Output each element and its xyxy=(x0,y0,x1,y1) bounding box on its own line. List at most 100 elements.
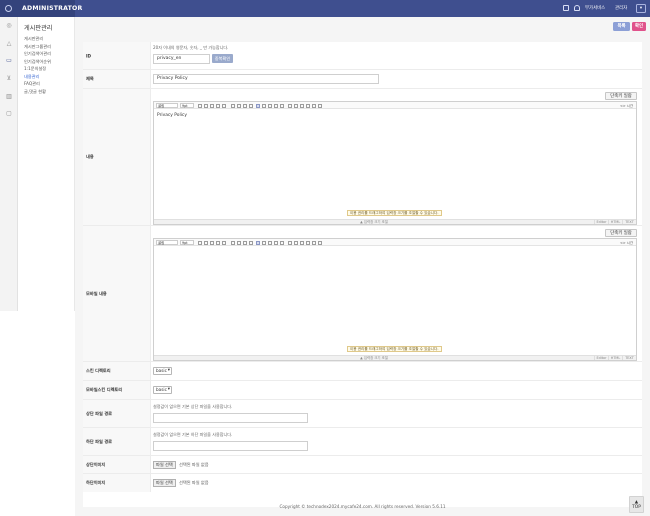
submenu-item-board-group[interactable]: 게시판그룹관리 xyxy=(18,43,74,51)
board-icon[interactable]: ▭ xyxy=(5,57,13,65)
list-icon[interactable] xyxy=(288,240,292,245)
italic-icon[interactable] xyxy=(204,103,208,108)
footer-file-hint: 설정값이 없으면 기본 하단 파일을 사용합니다. xyxy=(153,432,233,437)
source-toggle[interactable]: <> 시간 xyxy=(620,103,633,108)
find-icon[interactable] xyxy=(318,240,322,245)
font-size-select[interactable]: 9pt xyxy=(180,103,194,108)
align-right-icon[interactable] xyxy=(268,103,272,108)
header-file-input[interactable] xyxy=(153,413,308,423)
strike-icon[interactable] xyxy=(216,240,220,245)
submenu-item-board[interactable]: 게시판관리 xyxy=(18,35,74,43)
underline-icon[interactable] xyxy=(210,240,214,245)
submenu-item-keyword-rank[interactable]: 인기검색어순위 xyxy=(18,58,74,66)
align-justify-icon[interactable] xyxy=(274,103,278,108)
duplicate-check-button[interactable]: 중복확인 xyxy=(212,54,233,63)
special-char-icon[interactable] xyxy=(306,240,310,245)
header-image-file-button[interactable]: 파일 선택 xyxy=(153,461,176,469)
paint-icon[interactable] xyxy=(249,240,253,245)
find-icon[interactable] xyxy=(318,103,322,108)
home-icon[interactable] xyxy=(574,5,580,11)
paint-icon[interactable] xyxy=(249,103,253,108)
admin-name[interactable]: 관리자 xyxy=(615,4,627,13)
text-color-icon[interactable] xyxy=(231,103,235,108)
submenu-item-content[interactable]: 내용관리 xyxy=(18,73,74,81)
editor-tab-html[interactable]: HTML xyxy=(608,219,622,224)
content-editor[interactable]: 굴림 9pt <> 시간 Privacy Policy 이용 권리를 드래그하여… xyxy=(153,101,637,225)
mobile-content-label: 모바일 내용 xyxy=(86,290,107,296)
line-height-icon[interactable] xyxy=(280,240,284,245)
mobile-font-size-select[interactable]: 9pt xyxy=(180,240,194,245)
superscript-icon[interactable] xyxy=(237,103,241,108)
submenu-item-popular-keywords[interactable]: 인기검색어관리 xyxy=(18,50,74,58)
line-height-icon[interactable] xyxy=(280,103,284,108)
strike-icon[interactable] xyxy=(216,103,220,108)
mobile-editor-tab-editor[interactable]: Editor xyxy=(594,355,608,360)
row-footer-image: 하단이미지 파일 선택 선택된 파일 없음 xyxy=(83,474,642,492)
mobile-editor-tab-text[interactable]: TEXT xyxy=(622,355,636,360)
skin-dir-select[interactable]: basic xyxy=(153,367,172,375)
mobile-shortcut-list-button[interactable]: 단축키 일람 xyxy=(605,229,637,237)
indent-icon[interactable] xyxy=(294,240,298,245)
editor-body[interactable]: Privacy Policy xyxy=(157,113,187,118)
editor-tab-text[interactable]: TEXT xyxy=(622,219,636,224)
hr-icon[interactable] xyxy=(300,103,304,108)
mobile-editor-resize-handle[interactable]: ▲ 입력창 크기 조절 xyxy=(154,355,594,360)
row-footer-file: 하단 파일 경로 설정값이 없으면 기본 하단 파일을 사용합니다. xyxy=(83,428,642,456)
brand[interactable]: ADMINISTRATOR xyxy=(0,0,82,17)
list-icon[interactable] xyxy=(288,103,292,108)
chat-icon[interactable]: ▢ xyxy=(5,110,13,118)
font-family-select[interactable]: 굴림 xyxy=(156,103,178,108)
cart-icon[interactable]: ⊻ xyxy=(5,75,13,83)
id-label: ID xyxy=(86,53,92,58)
italic-icon[interactable] xyxy=(204,240,208,245)
main-area: 목록 확인 ID 20자 이내의 영문자, 숫자, _ 만 가능합니다. pri… xyxy=(75,17,650,516)
superscript-icon[interactable] xyxy=(237,240,241,245)
align-right-icon[interactable] xyxy=(268,240,272,245)
scroll-top-button[interactable]: ▲ TOP xyxy=(629,496,644,513)
hr-icon[interactable] xyxy=(300,240,304,245)
bell-icon[interactable]: △ xyxy=(5,40,13,48)
admin-dropdown[interactable]: ▾ xyxy=(636,4,646,13)
submenu-item-posts-status[interactable]: 글,댓글 현황 xyxy=(18,88,74,96)
mobile-editor-tab-html[interactable]: HTML xyxy=(608,355,622,360)
title-input[interactable]: Privacy Policy xyxy=(153,74,379,84)
bold-icon[interactable] xyxy=(198,240,202,245)
subscript-icon[interactable] xyxy=(243,240,247,245)
editor-tab-editor[interactable]: Editor xyxy=(594,219,608,224)
chart-icon[interactable]: ▥ xyxy=(5,93,13,101)
footer-file-input[interactable] xyxy=(153,441,308,451)
underline-color-icon[interactable] xyxy=(222,240,226,245)
editor-resize-handle[interactable]: ▲ 입력창 크기 조절 xyxy=(154,219,594,224)
shortcut-list-button[interactable]: 단축키 일람 xyxy=(605,92,637,100)
text-color-icon[interactable] xyxy=(231,240,235,245)
subscript-icon[interactable] xyxy=(243,103,247,108)
header-image-label: 상단이미지 xyxy=(86,461,106,467)
underline-color-icon[interactable] xyxy=(222,103,226,108)
title-label: 제목 xyxy=(86,76,94,81)
underline-icon[interactable] xyxy=(210,103,214,108)
service-link[interactable]: 부가서비스 xyxy=(585,4,605,13)
special-char-icon[interactable] xyxy=(306,103,310,108)
align-justify-icon[interactable] xyxy=(274,240,278,245)
table-icon[interactable] xyxy=(312,103,316,108)
list-button[interactable]: 목록 xyxy=(613,22,630,31)
mobile-skin-dir-select[interactable]: basic xyxy=(153,386,172,394)
id-input[interactable]: privacy_en xyxy=(153,54,210,64)
indent-icon[interactable] xyxy=(294,103,298,108)
mobile-content-editor[interactable]: 굴림 9pt <> 시간 이용 권리를 드래그하여 입력창 크기를 조절할 수 … xyxy=(153,238,637,361)
dashboard-icon[interactable]: ◎ xyxy=(5,22,13,30)
mobile-editor-toolbar: 굴림 9pt <> 시간 xyxy=(154,239,636,246)
footer-image-file-button[interactable]: 파일 선택 xyxy=(153,479,176,487)
align-center-icon[interactable] xyxy=(262,103,266,108)
submenu-item-faq[interactable]: FAQ관리 xyxy=(18,80,74,88)
bold-icon[interactable] xyxy=(198,103,202,108)
mobile-source-toggle[interactable]: <> 시간 xyxy=(620,240,633,245)
confirm-button[interactable]: 확인 xyxy=(632,22,646,31)
mobile-font-family-select[interactable]: 굴림 xyxy=(156,240,178,245)
table-icon[interactable] xyxy=(312,240,316,245)
screen-icon[interactable] xyxy=(563,5,569,11)
submenu-item-qa-settings[interactable]: 1:1문의설정 xyxy=(18,65,74,73)
align-left-icon[interactable] xyxy=(256,103,260,108)
align-center-icon[interactable] xyxy=(262,240,266,245)
align-left-icon[interactable] xyxy=(256,240,260,245)
